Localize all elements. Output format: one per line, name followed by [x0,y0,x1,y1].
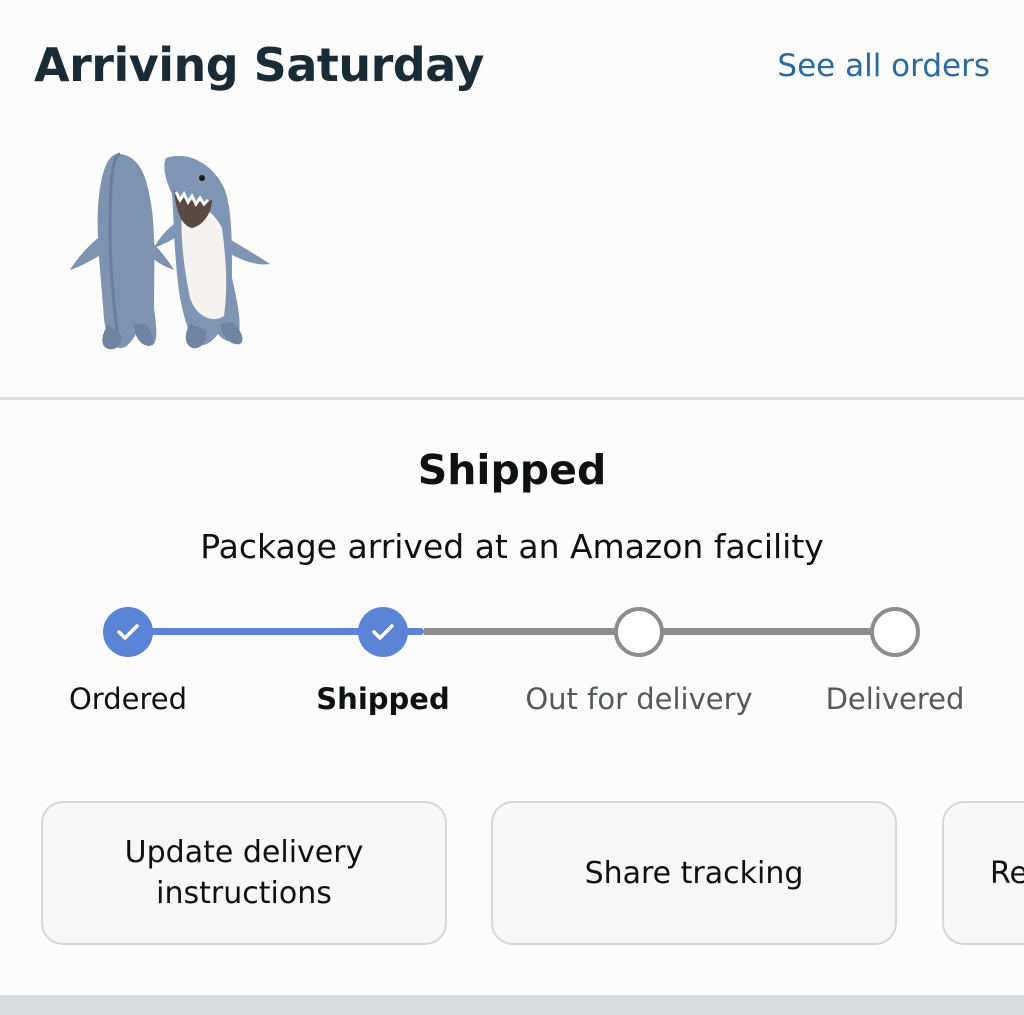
button-label-line1: Update delivery [124,835,364,870]
checkmark-icon [117,624,139,640]
shipment-status-detail: Package arrived at an Amazon facility [200,527,824,566]
step-node-ordered [103,607,153,657]
step-label-shipped: Shipped [316,682,450,716]
button-label: Share tracking [584,855,804,891]
step-label-delivered: Delivered [825,682,965,716]
section-divider [0,397,1024,400]
third-action-button[interactable]: Re [942,801,1024,945]
step-label-out-for-delivery: Out for delivery [525,682,753,716]
button-label-partial: Re [990,855,1024,891]
checkmark-icon [372,624,394,640]
shark-blanket-icon [70,152,270,350]
button-label-line2: instructions [156,876,332,911]
order-tracking-screen: Arriving Saturday See all orders Shipped… [0,0,1024,1015]
share-tracking-button[interactable]: Share tracking [491,801,897,945]
page-title: Arriving Saturday [34,38,484,92]
shipment-status-title: Shipped [417,446,607,494]
see-all-orders-link[interactable]: See all orders [777,48,990,84]
step-node-out-for-delivery [614,607,664,657]
bottom-separator [0,995,1024,1015]
update-delivery-instructions-button[interactable]: Update delivery instructions [41,801,447,945]
step-node-delivered [870,607,920,657]
step-node-shipped [358,607,408,657]
product-image[interactable] [62,148,282,358]
step-label-ordered: Ordered [68,682,188,716]
